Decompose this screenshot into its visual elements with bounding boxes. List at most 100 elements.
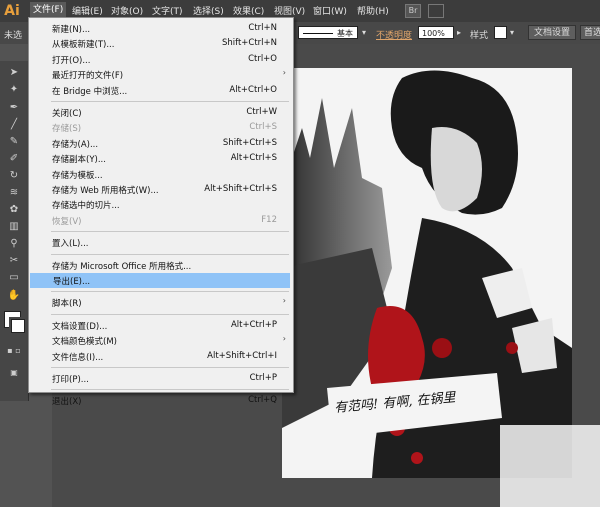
menu-item-label: 退出(X) xyxy=(52,397,82,408)
file-menu-item[interactable]: 存储为 Microsoft Office 所用格式... xyxy=(29,258,293,273)
menu-separator xyxy=(51,389,289,391)
menu-view[interactable]: 视图(V) xyxy=(274,4,305,17)
tools-panel: ➤ ✦ ✒ ╱ ✎ ✐ ↻ ≋ ✿ ▥ ⚲ ✂ ▭ ✋ ▪ ▫ ▣ xyxy=(0,61,29,401)
file-menu-item[interactable]: 存储为(A)... Shift+Ctrl+S xyxy=(29,136,293,151)
preferences-button[interactable]: 首选项 xyxy=(580,25,600,40)
file-menu-item: 存储(S) Ctrl+S xyxy=(29,120,293,135)
selection-status: 未选 xyxy=(4,31,23,41)
color-mode-icon[interactable]: ▪ ▫ xyxy=(7,344,21,357)
file-menu-item[interactable]: 脚本(R) › xyxy=(29,295,293,310)
artwork-illustration xyxy=(282,68,572,478)
file-menu-item[interactable]: 从模板新建(T)... Shift+Ctrl+N xyxy=(29,36,293,51)
rotate-tool-icon[interactable]: ↻ xyxy=(7,169,21,182)
menu-item-label: 打印(P)... xyxy=(52,375,89,385)
menu-item-label: 存储为 Web 所用格式(W)... xyxy=(52,186,159,196)
file-menu-item[interactable]: 存储副本(Y)... Alt+Ctrl+S xyxy=(29,151,293,166)
menu-window[interactable]: 窗口(W) xyxy=(313,4,347,17)
stroke-style-value: 基本 xyxy=(337,29,353,38)
menu-item-label: 文件信息(I)... xyxy=(52,352,104,363)
menu-item-shortcut: Shift+Ctrl+S xyxy=(222,137,277,148)
menu-item-shortcut: F12 xyxy=(261,214,277,225)
menu-object[interactable]: 对象(O) xyxy=(111,4,143,17)
selection-tool-icon[interactable]: ➤ xyxy=(7,66,21,79)
menu-file[interactable]: 文件(F) xyxy=(30,2,67,18)
file-menu-item[interactable]: 文档设置(D)... Alt+Ctrl+P xyxy=(29,318,293,333)
menu-item-label: 文档设置(D)... xyxy=(52,321,108,332)
menu-item-shortcut: Shift+Ctrl+N xyxy=(221,38,277,49)
menu-separator xyxy=(51,313,289,315)
opacity-input[interactable]: 100% xyxy=(418,26,454,39)
menu-edit[interactable]: 编辑(E) xyxy=(72,4,103,17)
file-menu-item[interactable]: 存储为 Web 所用格式(W)... Alt+Shift+Ctrl+S xyxy=(29,182,293,197)
menu-select[interactable]: 选择(S) xyxy=(193,4,224,17)
magic-wand-icon[interactable]: ✦ xyxy=(7,83,21,96)
menu-item-shortcut: Ctrl+Q xyxy=(248,395,277,406)
hand-tool-icon[interactable]: ✋ xyxy=(7,289,21,302)
warp-tool-icon[interactable]: ≋ xyxy=(7,186,21,199)
submenu-arrow-icon: › xyxy=(282,296,286,306)
screen-mode-icon[interactable]: ▣ xyxy=(7,366,21,379)
file-menu-item[interactable]: 文件信息(I)... Alt+Shift+Ctrl+I xyxy=(29,349,293,364)
style-swatch[interactable] xyxy=(494,26,507,39)
file-menu-item[interactable]: 打印(P)... Ctrl+P xyxy=(29,371,293,386)
stroke-style-select[interactable]: 基本 xyxy=(298,26,358,39)
stroke-swatch[interactable] xyxy=(9,317,27,335)
file-menu-item[interactable]: 导出(E)... xyxy=(30,273,290,288)
menu-help[interactable]: 帮助(H) xyxy=(357,4,389,17)
menu-item-label: 关闭(C) xyxy=(52,109,82,119)
file-menu-item[interactable]: 退出(X) Ctrl+Q xyxy=(29,393,293,408)
menu-item-label: 存储为模板... xyxy=(52,170,103,181)
stroke-line-icon xyxy=(303,33,333,34)
menu-item-label: 存储为(A)... xyxy=(52,139,99,150)
file-menu-item[interactable]: 关闭(C) Ctrl+W xyxy=(29,105,293,120)
symbol-sprayer-icon[interactable]: ✿ xyxy=(7,203,21,216)
file-menu-item[interactable]: 存储选中的切片... xyxy=(29,197,293,212)
menu-item-label: 在 Bridge 中浏览... xyxy=(52,86,128,97)
menu-item-shortcut: Alt+Shift+Ctrl+I xyxy=(207,350,277,361)
file-menu-item[interactable]: 置入(L)... xyxy=(29,235,293,250)
file-menu-item[interactable]: 最近打开的文件(F) › xyxy=(29,67,293,82)
menu-item-label: 打开(O)... xyxy=(52,55,91,66)
artboard-tool-icon[interactable]: ▭ xyxy=(7,271,21,284)
file-menu-item[interactable]: 存储为模板... xyxy=(29,167,293,182)
slice-tool-icon[interactable]: ✂ xyxy=(7,254,21,267)
menu-item-label: 存储(S) xyxy=(52,124,82,135)
file-menu-item[interactable]: 在 Bridge 中浏览... Alt+Ctrl+O xyxy=(29,83,293,98)
menu-separator xyxy=(51,253,289,255)
file-menu-item[interactable]: 文档颜色模式(M) › xyxy=(29,333,293,348)
menu-item-label: 文档颜色模式(M) xyxy=(52,337,117,348)
line-tool-icon[interactable]: ╱ xyxy=(7,118,21,131)
menu-item-label: 新建(N)... xyxy=(52,25,91,35)
opacity-arrow-icon[interactable]: ▸ xyxy=(457,28,461,37)
menu-item-shortcut: Ctrl+N xyxy=(248,23,277,33)
blob-brush-icon[interactable]: ✐ xyxy=(7,152,21,165)
menu-item-label: 存储副本(Y)... xyxy=(52,155,106,166)
submenu-arrow-icon: › xyxy=(282,68,286,78)
menu-item-label: 存储为 Microsoft Office 所用格式... xyxy=(52,261,192,272)
graph-tool-icon[interactable]: ▥ xyxy=(7,220,21,233)
document-setup-button[interactable]: 文档设置 xyxy=(528,25,576,40)
menu-item-label: 导出(E)... xyxy=(53,277,91,287)
menu-separator xyxy=(51,367,289,368)
style-label: 样式 xyxy=(470,31,489,41)
menu-effect[interactable]: 效果(C) xyxy=(233,4,264,17)
menu-separator xyxy=(51,101,289,102)
bridge-icon[interactable]: Br xyxy=(405,4,421,18)
file-menu-item[interactable]: 打开(O)... Ctrl+O xyxy=(29,52,293,67)
submenu-arrow-icon: › xyxy=(282,334,286,344)
chevron-down-icon[interactable]: ▾ xyxy=(362,28,366,37)
file-menu-item[interactable]: 新建(N)... Ctrl+N xyxy=(29,21,293,36)
style-chevron-icon[interactable]: ▾ xyxy=(510,28,514,37)
menu-item-shortcut: Alt+Shift+Ctrl+S xyxy=(204,184,277,194)
menu-item-label: 存储选中的切片... xyxy=(52,201,120,212)
arrange-documents-icon[interactable] xyxy=(428,4,444,18)
artboard[interactable]: 有范吗! 有啊, 在锅里 xyxy=(282,68,572,478)
menu-item-shortcut: Ctrl+P xyxy=(249,373,277,383)
pen-tool-icon[interactable]: ✒ xyxy=(7,101,21,114)
menu-type[interactable]: 文字(T) xyxy=(152,4,183,17)
opacity-link[interactable]: 不透明度 xyxy=(376,28,412,41)
menu-item-shortcut: Alt+Ctrl+P xyxy=(230,319,277,330)
brush-tool-icon[interactable]: ✎ xyxy=(7,135,21,148)
file-menu-item: 恢复(V) F12 xyxy=(29,213,293,228)
eyedropper-icon[interactable]: ⚲ xyxy=(7,237,21,250)
